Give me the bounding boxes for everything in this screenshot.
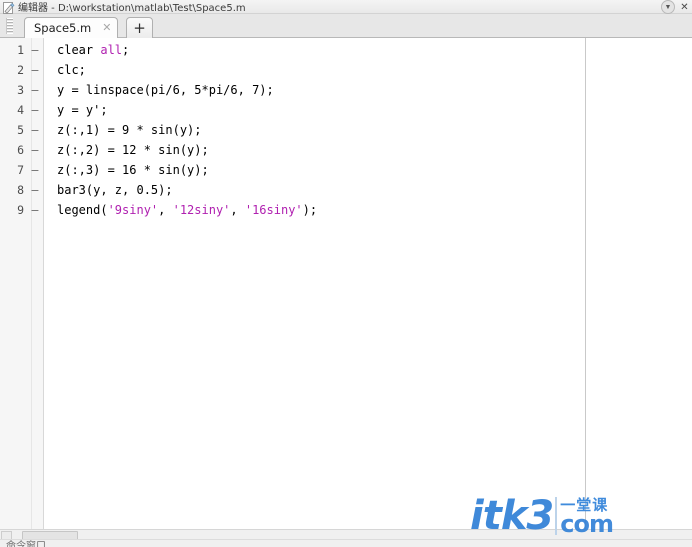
line-mark[interactable]: — <box>26 143 44 157</box>
line-number: 8 <box>17 183 24 197</box>
line-mark[interactable]: — <box>26 203 44 217</box>
code-line[interactable]: z(:,3) = 16 * sin(y); <box>45 160 692 180</box>
gutter-line: 5— <box>0 120 44 140</box>
code-area[interactable]: clear all; clc; y = linspace(pi/6, 5*pi/6,… <box>45 38 692 529</box>
line-number: 6 <box>17 143 24 157</box>
tab-space5-m[interactable]: Space5.m ✕ <box>24 17 119 38</box>
pencil-document-icon <box>2 1 15 14</box>
line-mark[interactable]: — <box>26 63 44 77</box>
line-number: 1 <box>17 43 24 57</box>
new-tab-button[interactable]: + <box>126 17 153 38</box>
line-mark[interactable]: — <box>26 163 44 177</box>
matlab-editor-window: 编辑器 - D:\workstation\matlab\Test\Space5.… <box>0 0 692 547</box>
code-line[interactable]: legend('9siny', '12siny', '16siny'); <box>45 200 692 220</box>
plus-icon: + <box>133 18 146 37</box>
code-text: ; <box>122 43 130 57</box>
line-number-gutter: 1—2—3—4—5—6—7—8—9— <box>0 38 44 529</box>
window-titlebar: 编辑器 - D:\workstation\matlab\Test\Space5.… <box>0 0 692 14</box>
statusbar-label: 命令窗口 <box>6 541 46 547</box>
code-string-literal: all <box>100 43 123 57</box>
editor-body: 1—2—3—4—5—6—7—8—9— clear all; clc; y = lin… <box>0 38 692 529</box>
line-number: 5 <box>17 123 24 137</box>
code-text: ); <box>302 203 318 217</box>
code-line[interactable]: z(:,1) = 9 * sin(y); <box>45 120 692 140</box>
code-text: legend( <box>57 203 108 217</box>
code-text: clc; <box>57 63 86 77</box>
code-line[interactable]: y = linspace(pi/6, 5*pi/6, 7); <box>45 80 692 100</box>
code-string-literal: '9siny' <box>107 203 159 217</box>
code-text: bar3(y, z, 0.5); <box>57 183 173 197</box>
gutter-line: 6— <box>0 140 44 160</box>
code-line[interactable]: y = y'; <box>45 100 692 120</box>
line-mark[interactable]: — <box>26 103 44 117</box>
line-mark[interactable]: — <box>26 43 44 57</box>
window-controls: ▼ ✕ <box>661 0 690 14</box>
line-number: 9 <box>17 203 24 217</box>
gutter-line: 7— <box>0 160 44 180</box>
editor-tabstrip: Space5.m ✕ + <box>0 14 692 38</box>
line-mark[interactable]: — <box>26 183 44 197</box>
gutter-line: 1— <box>0 40 44 60</box>
line-number: 3 <box>17 83 24 97</box>
line-mark[interactable]: — <box>26 123 44 137</box>
code-line[interactable]: z(:,2) = 12 * sin(y); <box>45 140 692 160</box>
code-line[interactable]: clear all; <box>45 40 692 60</box>
code-lines: clear all; clc; y = linspace(pi/6, 5*pi/6,… <box>45 40 692 220</box>
code-text: z(:,1) = 9 * sin(y); <box>57 123 202 137</box>
code-text: z(:,2) = 12 * sin(y); <box>57 143 209 157</box>
gutter-line: 2— <box>0 60 44 80</box>
statusbar: 命令窗口 <box>0 539 692 547</box>
window-title: 编辑器 - D:\workstation\matlab\Test\Space5.… <box>18 3 246 14</box>
horizontal-scrollbar[interactable] <box>0 529 692 540</box>
code-line[interactable]: bar3(y, z, 0.5); <box>45 180 692 200</box>
gutter-lines: 1—2—3—4—5—6—7—8—9— <box>0 40 44 220</box>
close-icon[interactable]: ✕ <box>679 1 690 13</box>
code-line[interactable]: clc; <box>45 60 692 80</box>
gutter-line: 3— <box>0 80 44 100</box>
line-mark[interactable]: — <box>26 83 44 97</box>
tab-close-icon[interactable]: ✕ <box>100 22 113 34</box>
line-number: 7 <box>17 163 24 177</box>
gutter-line: 8— <box>0 180 44 200</box>
line-number: 2 <box>17 63 24 77</box>
undock-button[interactable]: ▼ <box>661 0 675 14</box>
line-number: 4 <box>17 103 24 117</box>
code-text: y = linspace(pi/6, 5*pi/6, 7); <box>57 83 274 97</box>
gutter-line: 9— <box>0 200 44 220</box>
code-string-literal: '16siny' <box>244 203 303 217</box>
drag-grip-icon[interactable] <box>6 18 13 34</box>
code-text: z(:,3) = 16 * sin(y); <box>57 163 209 177</box>
code-string-literal: '12siny' <box>172 203 231 217</box>
code-text: clear <box>57 43 101 57</box>
code-text: y = y'; <box>57 103 108 117</box>
code-text: , <box>158 203 173 217</box>
gutter-line: 4— <box>0 100 44 120</box>
code-text: , <box>230 203 245 217</box>
tab-label: Space5.m <box>34 21 92 35</box>
